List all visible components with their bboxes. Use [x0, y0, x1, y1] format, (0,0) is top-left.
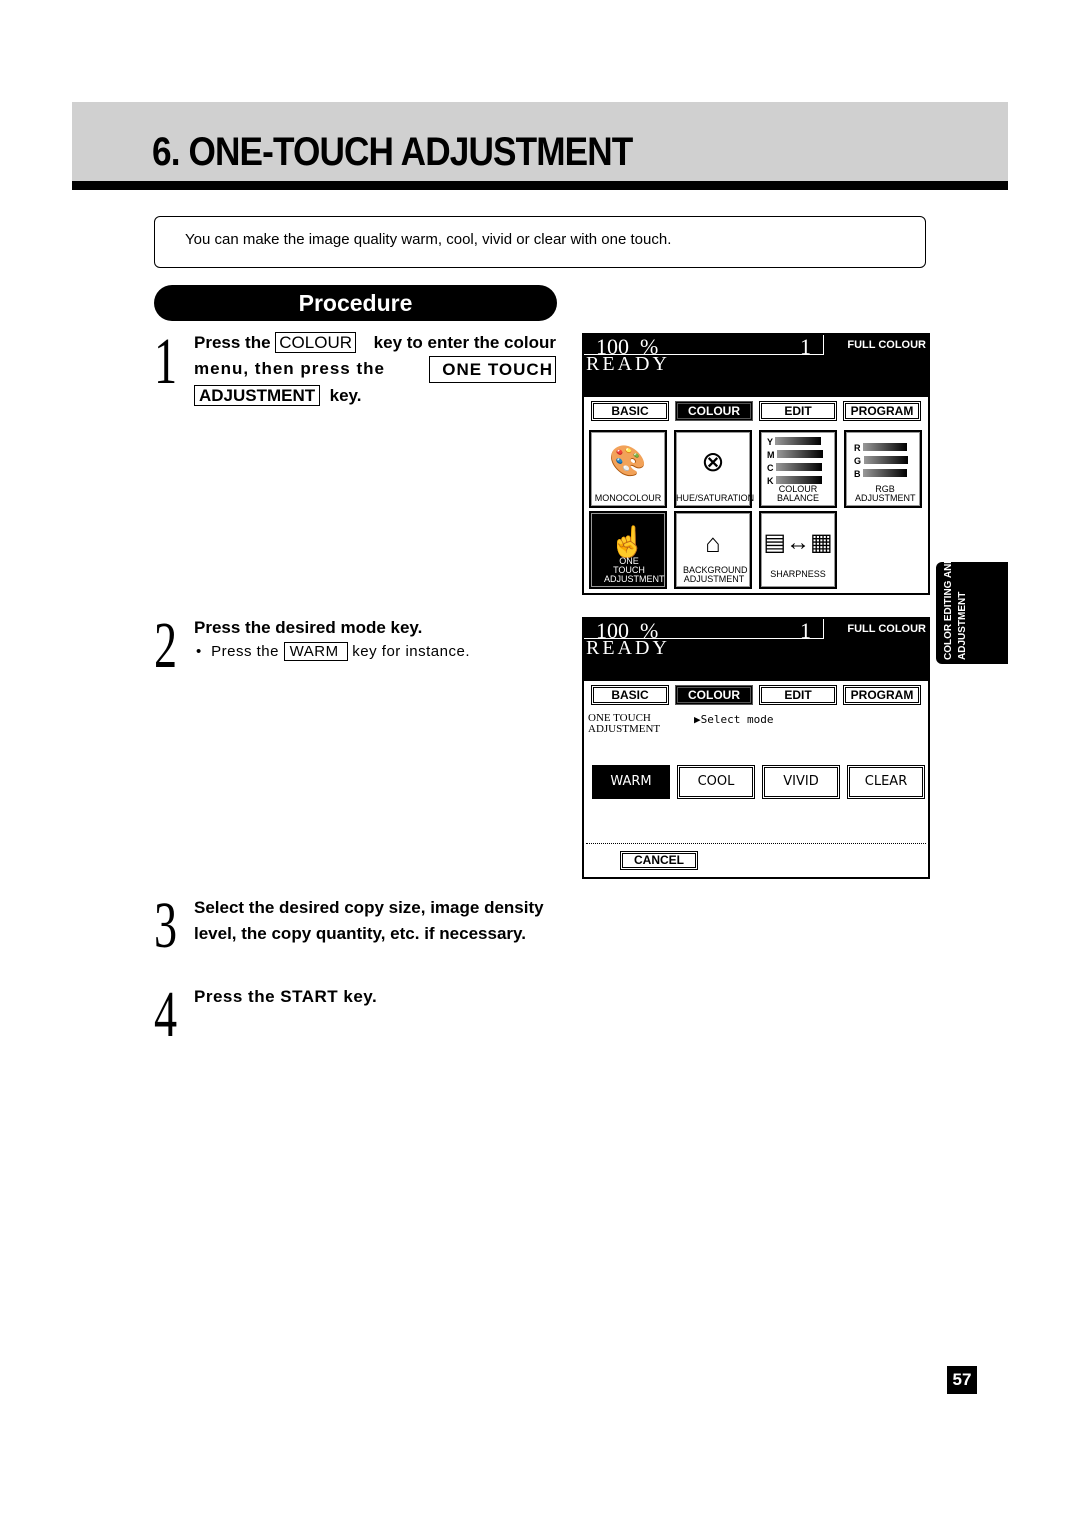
page-number: 57	[947, 1366, 977, 1394]
sharpness-icon: ▤↔▦	[763, 529, 833, 556]
bar-label: R	[854, 443, 861, 453]
label: MONOCOLOUR	[594, 493, 662, 503]
step-2-sub: • Press the WARM key for instance.	[196, 642, 470, 661]
key-adjustment: ADJUSTMENT	[194, 385, 321, 406]
step-2-text: Press the desired mode key.	[194, 618, 423, 637]
intro-box: You can make the image quality warm, coo…	[154, 216, 926, 268]
hue-saturation-button[interactable]: ⊗ HUE/SATURATION	[674, 430, 755, 508]
palette-icon: 🎨	[609, 445, 647, 478]
house-document-icon: ⌂	[705, 528, 721, 558]
section-side-tab: COLOR EDITING AND ADJUSTMENT	[936, 556, 1008, 664]
key-warm: WARM	[283, 642, 348, 661]
tab-colour[interactable]: COLOUR	[675, 401, 753, 421]
step-number: 4	[154, 978, 178, 1051]
page-title: 6. ONE-TOUCH ADJUSTMENT	[152, 130, 633, 174]
bar-label: Y	[767, 437, 773, 447]
label: RGB ADJUSTMENT	[855, 484, 916, 503]
clear-button[interactable]: CLEAR	[847, 765, 925, 799]
label: BACKGROUND ADJUSTMENT	[683, 565, 748, 584]
status-text: READY	[586, 637, 670, 659]
tab-program[interactable]: PROGRAM	[843, 401, 921, 421]
key-one-touch: ONE TOUCH	[429, 355, 556, 383]
status-text: READY	[586, 353, 670, 375]
status-header: 100 % 1 FULL COLOUR READY	[584, 334, 928, 397]
bar-label: M	[767, 450, 775, 460]
status-header: 100 % 1 FULL COLOUR READY	[584, 618, 928, 681]
tab-program[interactable]: PROGRAM	[843, 685, 921, 705]
cancel-button[interactable]: CANCEL	[620, 851, 698, 870]
rgb-adjustment-button[interactable]: R G B RGB ADJUSTMENT	[844, 430, 922, 508]
rgb-bars-icon: R G B	[854, 442, 908, 481]
copier-screen-one-touch: 100 % 1 FULL COLOUR READY BASIC COLOUR E…	[582, 617, 930, 879]
warm-button[interactable]: WARM	[592, 765, 670, 799]
background-adjustment-button[interactable]: ⌂ BACKGROUND ADJUSTMENT	[674, 511, 752, 589]
one-touch-adjustment-button[interactable]: ☝ ONE TOUCH ADJUSTMENT	[589, 511, 667, 589]
label: HUE/SATURATION	[676, 493, 755, 503]
text: Press the	[194, 333, 271, 352]
tab-basic[interactable]: BASIC	[591, 401, 669, 421]
cool-button[interactable]: COOL	[677, 765, 755, 799]
label: SHARPNESS	[770, 569, 826, 579]
side-tab-line1: COLOR EDITING AND	[943, 556, 954, 660]
text: Press the	[211, 643, 279, 660]
monocolour-button[interactable]: 🎨 MONOCOLOUR	[589, 430, 667, 508]
copy-count: 1	[800, 618, 811, 643]
step-4-text: Press the START key.	[194, 987, 378, 1006]
text: key for instance.	[352, 643, 470, 660]
text: key to enter the colour	[373, 333, 556, 352]
step-number: 3	[154, 889, 178, 962]
text: menu, then press the	[194, 358, 385, 378]
text: ADJUSTMENT	[588, 723, 661, 735]
step-number: 1	[154, 325, 178, 398]
colour-mode: FULL COLOUR	[847, 623, 926, 635]
ymck-bars-icon: Y M C K	[767, 436, 824, 488]
tab-edit[interactable]: EDIT	[759, 401, 837, 421]
label: ONE TOUCH ADJUSTMENT	[604, 556, 665, 584]
bullet: •	[196, 643, 202, 660]
procedure-label: Procedure	[154, 285, 557, 321]
step-number: 2	[154, 609, 178, 682]
tab-edit[interactable]: EDIT	[759, 685, 837, 705]
step-3-text: Select the desired copy size, image dens…	[194, 895, 544, 946]
divider	[586, 843, 926, 844]
text: key.	[329, 386, 362, 405]
bar-label: C	[767, 463, 774, 473]
screen-heading: ONE TOUCH ADJUSTMENT	[588, 713, 660, 735]
copy-count: 1	[800, 334, 811, 359]
colour-wheel-icon: ⊗	[701, 446, 725, 477]
vivid-button[interactable]: VIVID	[762, 765, 840, 799]
prompt-text: ▶Select mode	[694, 713, 774, 726]
text: Select the desired copy size, image dens…	[194, 898, 544, 917]
colour-balance-button[interactable]: Y M C K COLOUR BALANCE	[759, 430, 837, 508]
sharpness-button[interactable]: ▤↔▦ SHARPNESS	[759, 511, 837, 589]
tab-basic[interactable]: BASIC	[591, 685, 669, 705]
bar-label: B	[854, 469, 861, 479]
copier-screen-colour-menu: 100 % 1 FULL COLOUR READY BASIC COLOUR E…	[582, 333, 930, 595]
text: level, the copy quantity, etc. if necess…	[194, 923, 526, 943]
title-rule	[72, 181, 1008, 190]
label: COLOUR BALANCE	[776, 484, 820, 503]
step-1-text: Press the COLOUR key to enter the colour …	[194, 330, 556, 409]
key-colour: COLOUR	[275, 332, 357, 353]
side-tab-line2: ADJUSTMENT	[957, 591, 968, 660]
bar-label: G	[854, 456, 862, 466]
colour-mode: FULL COLOUR	[847, 339, 926, 351]
tab-colour[interactable]: COLOUR	[675, 685, 753, 705]
